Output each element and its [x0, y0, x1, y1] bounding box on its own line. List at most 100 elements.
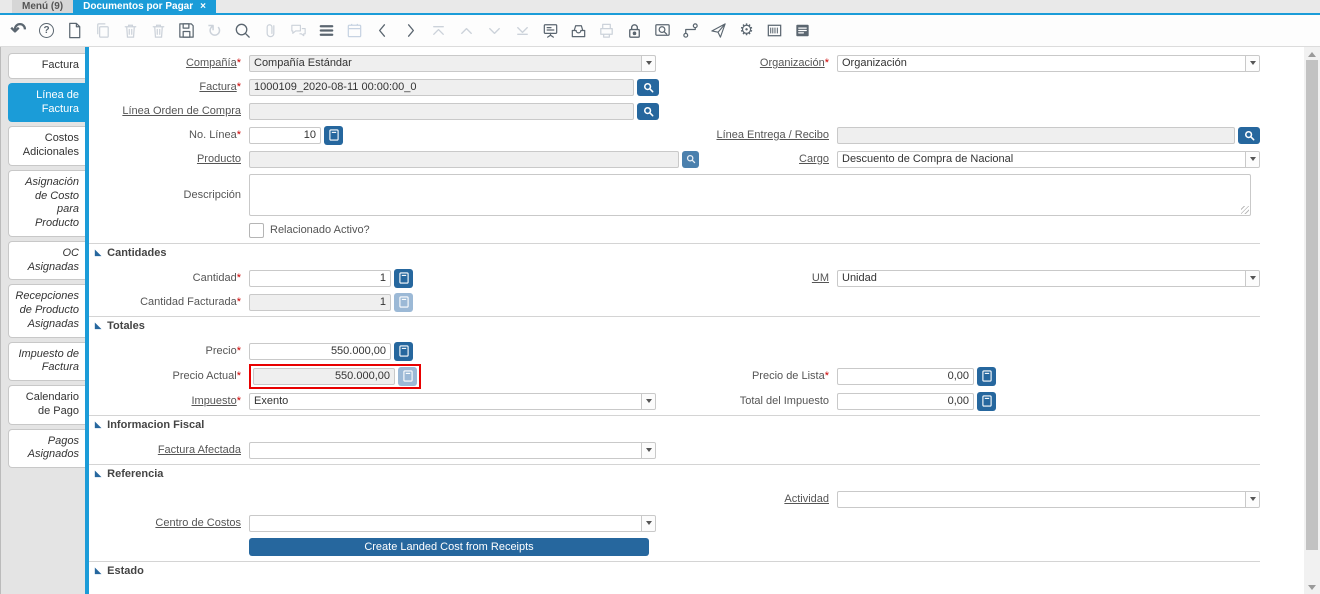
window-tabbar: Menú (9) Documentos por Pagar × [0, 0, 1320, 15]
total-del-impuesto-calculator-button[interactable] [977, 391, 996, 411]
report-layout-icon[interactable] [792, 20, 813, 42]
cantidad-field[interactable] [249, 269, 391, 287]
cantidad-label: Cantidad* [192, 272, 241, 284]
no-linea-field[interactable] [249, 126, 321, 144]
sidebar-tab-recepciones[interactable]: Recepciones de Producto Asignadas [8, 284, 85, 338]
precio-field[interactable] [249, 342, 391, 360]
no-linea-calculator-button[interactable] [324, 125, 343, 145]
factura-afectada-label[interactable]: Factura Afectada [89, 444, 249, 456]
total-del-impuesto-field[interactable] [837, 392, 974, 410]
sidebar-tab-calendario-de-pago[interactable]: Calendario de Pago [8, 385, 85, 425]
cargo-label[interactable]: Cargo [699, 153, 837, 165]
chevron-down-icon[interactable] [1245, 270, 1259, 286]
app-window: Menú (9) Documentos por Pagar × ↶ ? ↻ ⚙ … [0, 0, 1320, 594]
actividad-select[interactable] [837, 490, 1260, 508]
parent-record-icon[interactable] [372, 20, 393, 42]
centro-de-costos-label[interactable]: Centro de Costos [89, 517, 249, 529]
linea-entrega-field[interactable] [837, 126, 1235, 144]
section-header-cantidades[interactable]: ◢ Cantidades [89, 244, 1260, 262]
section-header-totales[interactable]: ◢ Totales [89, 317, 1260, 335]
workflow-icon[interactable] [680, 20, 701, 42]
chevron-down-icon[interactable] [641, 393, 655, 409]
linea-entrega-label[interactable]: Línea Entrega / Recibo [699, 129, 837, 141]
precio-de-lista-calculator-button[interactable] [977, 366, 996, 386]
linea-entrega-search-button[interactable] [1238, 126, 1260, 144]
process-icon[interactable]: ⚙ [736, 20, 757, 42]
chevron-down-icon[interactable] [641, 442, 655, 458]
calendar-icon [344, 20, 365, 42]
chevron-down-icon[interactable] [1245, 55, 1259, 71]
undo-icon[interactable]: ↶ [8, 20, 29, 42]
impuesto-label[interactable]: Impuesto* [89, 395, 249, 407]
find-icon[interactable] [232, 20, 253, 42]
compania-label[interactable]: Compañía* [89, 57, 249, 69]
chevron-down-icon[interactable] [641, 55, 655, 71]
organizacion-select[interactable]: Organización [837, 54, 1260, 72]
scroll-up-arrow[interactable] [1304, 47, 1320, 61]
scrollbar-thumb[interactable] [1306, 60, 1318, 550]
invoice-line-form: Compañía* Compañía Estándar Organización… [89, 47, 1304, 594]
precio-actual-calculator-button [398, 366, 417, 386]
relacionado-activo-checkbox[interactable] [249, 222, 264, 238]
precio-calculator-button[interactable] [394, 341, 413, 361]
resize-handle-icon[interactable] [1241, 206, 1249, 214]
product-info-icon[interactable] [764, 20, 785, 42]
close-tab-icon[interactable]: × [200, 1, 206, 12]
chevron-down-icon[interactable] [641, 515, 655, 531]
producto-field[interactable] [249, 150, 679, 168]
lock-icon[interactable] [624, 20, 645, 42]
new-record-icon[interactable] [64, 20, 85, 42]
collapse-triangle-icon: ◢ [95, 321, 102, 330]
descripcion-textarea[interactable] [249, 174, 1251, 216]
report-icon[interactable] [540, 20, 561, 42]
chevron-down-icon[interactable] [1245, 151, 1259, 167]
impuesto-select[interactable]: Exento [249, 392, 656, 410]
archive-icon[interactable] [568, 20, 589, 42]
centro-de-costos-select[interactable] [249, 514, 656, 532]
sidebar-tab-pagos-asignados[interactable]: Pagos Asignados [8, 428, 85, 468]
help-icon[interactable]: ? [36, 20, 57, 42]
sidebar-tab-impuesto-de-factura[interactable]: Impuesto de Factura [8, 341, 85, 381]
tab-menu[interactable]: Menú (9) [12, 0, 74, 13]
grid-toggle-icon[interactable] [316, 20, 337, 42]
organizacion-label[interactable]: Organización* [699, 57, 837, 69]
refresh-icon: ↻ [206, 20, 223, 41]
vertical-scrollbar[interactable] [1304, 47, 1320, 594]
save-icon[interactable] [176, 20, 197, 42]
factura-search-button[interactable] [637, 78, 659, 96]
sidebar-tab-linea-de-factura[interactable]: Línea de Factura [8, 82, 85, 123]
descripcion-label: Descripción [183, 189, 241, 201]
scroll-down-arrow[interactable] [1304, 580, 1320, 594]
compania-select[interactable]: Compañía Estándar [249, 54, 656, 72]
detail-record-icon[interactable] [400, 20, 421, 42]
factura-field[interactable] [249, 78, 634, 96]
factura-afectada-select[interactable] [249, 441, 656, 459]
sidebar-tab-costos-adicionales[interactable]: Costos Adicionales [8, 126, 85, 166]
linea-orden-compra-label[interactable]: Línea Orden de Compra [89, 105, 249, 117]
zoom-across-icon[interactable] [652, 20, 673, 42]
cargo-select[interactable]: Descuento de Compra de Nacional [837, 150, 1260, 168]
section-header-informacion-fiscal[interactable]: ◢ Informacion Fiscal [89, 416, 1260, 434]
um-select[interactable]: Unidad [837, 269, 1260, 287]
precio-de-lista-field[interactable] [837, 367, 974, 385]
factura-label[interactable]: Factura* [89, 81, 249, 93]
collapse-triangle-icon: ◢ [95, 420, 102, 429]
chevron-down-icon[interactable] [1245, 491, 1259, 507]
section-header-referencia[interactable]: ◢ Referencia [89, 465, 1260, 483]
sidebar-tab-factura[interactable]: Factura [8, 53, 85, 79]
precio-actual-highlight-box [249, 363, 421, 389]
send-request-icon[interactable] [708, 20, 729, 42]
producto-label[interactable]: Producto [89, 153, 249, 165]
section-header-estado[interactable]: ◢ Estado [89, 562, 1260, 580]
sidebar-tab-oc-asignadas[interactable]: OC Asignadas [8, 240, 85, 281]
linea-orden-compra-search-button[interactable] [637, 102, 659, 120]
tab-documentos-por-pagar[interactable]: Documentos por Pagar × [73, 0, 216, 13]
cantidad-calculator-button[interactable] [394, 268, 413, 288]
sidebar-tab-asignacion-de-costo[interactable]: Asignación de Costo para Producto [8, 169, 85, 237]
total-del-impuesto-label: Total del Impuesto [739, 395, 829, 407]
actividad-label[interactable]: Actividad [699, 493, 837, 505]
um-label[interactable]: UM [699, 272, 837, 284]
linea-orden-compra-field[interactable] [249, 102, 634, 120]
create-landed-cost-button[interactable]: Create Landed Cost from Receipts [249, 538, 649, 556]
producto-search-button[interactable] [682, 150, 699, 168]
